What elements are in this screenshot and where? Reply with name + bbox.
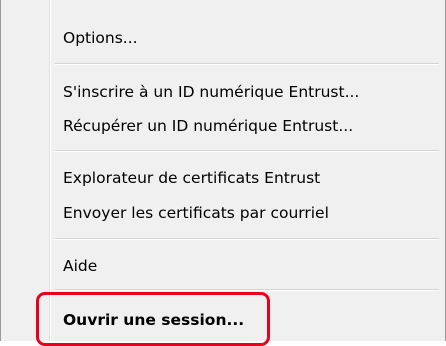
highlight-annotation	[36, 292, 270, 346]
menu-separator	[55, 150, 439, 152]
context-menu: Options... S'inscrire à un ID numérique …	[0, 0, 446, 341]
menu-item-help[interactable]: Aide	[63, 256, 97, 276]
menu-separator	[55, 63, 439, 65]
menu-item-certificate-explorer[interactable]: Explorateur de certificats Entrust	[63, 168, 320, 188]
menu-item-email-certificates[interactable]: Envoyer les certificats par courriel	[63, 203, 329, 223]
menu-item-recover-digital-id[interactable]: Récupérer un ID numérique Entrust...	[63, 116, 353, 136]
menu-item-options[interactable]: Options...	[63, 28, 138, 48]
menu-separator	[55, 238, 439, 240]
menu-separator	[55, 289, 439, 291]
menu-icon-gutter-highlight	[50, 0, 51, 341]
menu-item-enroll-digital-id[interactable]: S'inscrire à un ID numérique Entrust...	[63, 82, 359, 102]
